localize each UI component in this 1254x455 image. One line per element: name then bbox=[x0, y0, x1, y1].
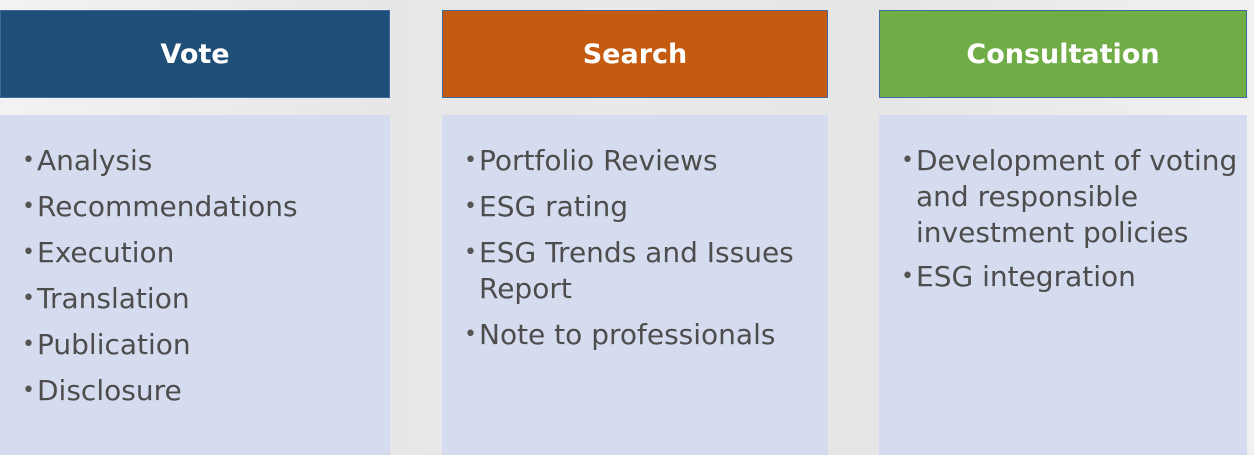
vote-header: Vote bbox=[0, 10, 390, 98]
consultation-list: Development of voting and responsible in… bbox=[901, 143, 1247, 295]
vote-list: Analysis Recommendations Execution Trans… bbox=[22, 143, 390, 409]
search-header: Search bbox=[442, 10, 828, 98]
list-item: Execution bbox=[22, 235, 390, 271]
column-search: Search Portfolio Reviews ESG rating ESG … bbox=[442, 10, 828, 455]
list-item: Recommendations bbox=[22, 189, 390, 225]
consultation-body: Development of voting and responsible in… bbox=[879, 115, 1247, 455]
list-item: ESG rating bbox=[464, 189, 828, 225]
list-item: Portfolio Reviews bbox=[464, 143, 828, 179]
column-vote: Vote Analysis Recommendations Execution … bbox=[0, 10, 390, 455]
list-item: Note to professionals bbox=[464, 317, 828, 353]
list-item: Disclosure bbox=[22, 373, 390, 409]
search-body: Portfolio Reviews ESG rating ESG Trends … bbox=[442, 115, 828, 455]
vote-body: Analysis Recommendations Execution Trans… bbox=[0, 115, 390, 455]
list-item: Development of voting and responsible in… bbox=[901, 143, 1247, 251]
list-item: Publication bbox=[22, 327, 390, 363]
consultation-header: Consultation bbox=[879, 10, 1247, 98]
search-list: Portfolio Reviews ESG rating ESG Trends … bbox=[464, 143, 828, 353]
list-item: ESG Trends and Issues Report bbox=[464, 235, 828, 307]
list-item: Translation bbox=[22, 281, 390, 317]
list-item: ESG integration bbox=[901, 259, 1247, 295]
list-item: Analysis bbox=[22, 143, 390, 179]
column-consultation: Consultation Development of voting and r… bbox=[879, 10, 1247, 455]
